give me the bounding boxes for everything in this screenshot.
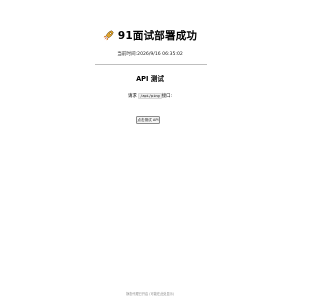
divider [95, 64, 207, 65]
request-description: 请求 /api/ping 接口: [0, 93, 300, 99]
api-test-title: API 测试 [136, 75, 164, 83]
rocket-icon [103, 30, 114, 41]
current-time: 当前时间:2026/9/16 06:35:02 [0, 51, 300, 57]
header: 91面试部署成功 [0, 28, 300, 43]
page-title: 91面试部署成功 [117, 30, 198, 42]
request-suffix: 接口: [161, 94, 172, 99]
current-time-label: 当前时间: [117, 52, 138, 57]
request-prefix: 请求 [128, 94, 137, 99]
request-path: /api/ping [138, 93, 162, 99]
page: 91面试部署成功 当前时间:2026/9/16 06:35:02 API 测试 … [0, 0, 300, 300]
current-time-value: 2026/9/16 06:35:02 [137, 52, 183, 57]
footer-text: 静态代理已开启 (可能在此处显示) [125, 292, 175, 296]
test-api-button[interactable]: 点击测试 API [136, 116, 160, 124]
